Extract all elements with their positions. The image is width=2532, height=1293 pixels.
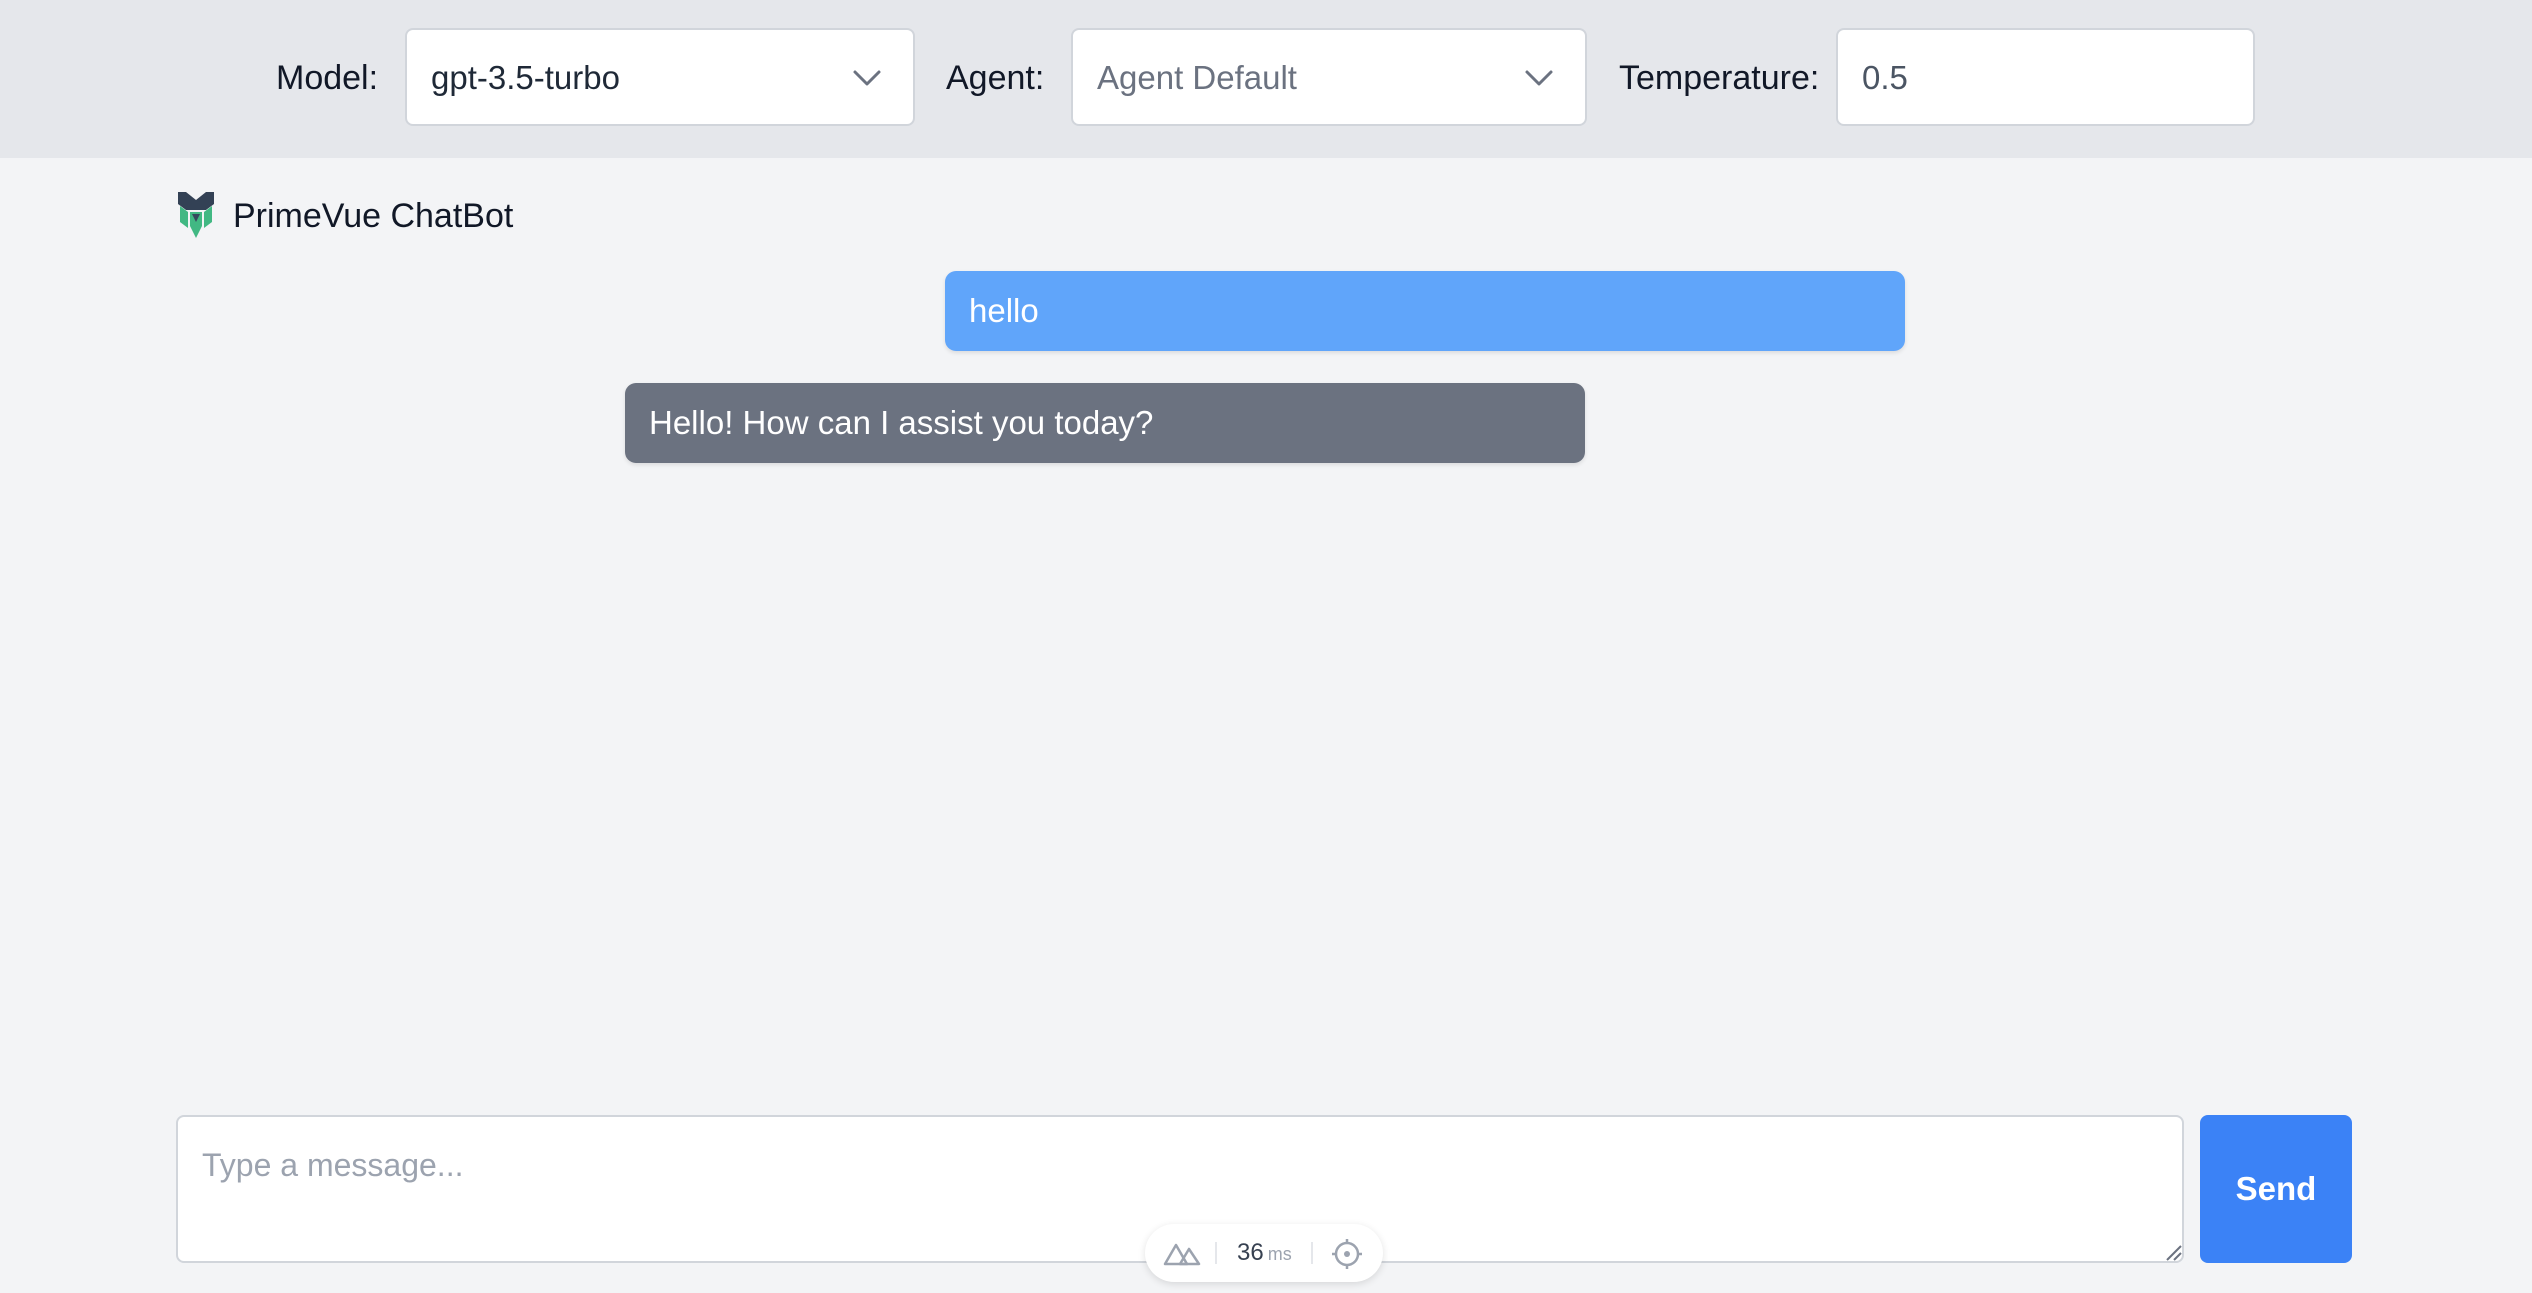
send-button[interactable]: Send — [2200, 1115, 2352, 1263]
message-text: hello — [969, 292, 1039, 329]
nuxt-logo-icon[interactable] — [1163, 1240, 1201, 1266]
chevron-down-icon — [1525, 70, 1553, 86]
render-time-unit: ms — [1267, 1244, 1292, 1264]
crosshair-icon[interactable] — [1331, 1238, 1363, 1270]
primevue-logo-icon — [178, 192, 214, 238]
temperature-input[interactable]: 0.5 — [1836, 28, 2255, 126]
user-message-bubble: hello — [945, 271, 1905, 351]
render-time-readout: 36 ms — [1237, 1239, 1292, 1268]
app-title: PrimeVue ChatBot — [233, 197, 514, 235]
chevron-down-icon — [853, 70, 881, 86]
divider — [1311, 1242, 1313, 1264]
agent-label: Agent: — [946, 59, 1045, 97]
model-select[interactable]: gpt-3.5-turbo — [405, 28, 915, 126]
render-time-value: 36 — [1237, 1239, 1264, 1266]
model-select-value: gpt-3.5-turbo — [431, 59, 620, 96]
agent-select[interactable]: Agent Default — [1071, 28, 1587, 126]
temperature-label: Temperature: — [1619, 59, 1820, 97]
model-label: Model: — [276, 59, 379, 97]
nuxt-devtools-bar[interactable]: 36 ms — [1145, 1224, 1383, 1282]
temperature-input-value: 0.5 — [1862, 59, 1908, 96]
agent-select-value: Agent Default — [1097, 59, 1297, 96]
message-text: Hello! How can I assist you today? — [649, 404, 1154, 441]
divider — [1215, 1242, 1217, 1264]
settings-toolbar: Model: gpt-3.5-turbo Agent: Agent Defaul… — [0, 0, 2532, 158]
assistant-message-bubble: Hello! How can I assist you today? — [625, 383, 1585, 463]
resize-handle-icon[interactable] — [2164, 1243, 2182, 1261]
